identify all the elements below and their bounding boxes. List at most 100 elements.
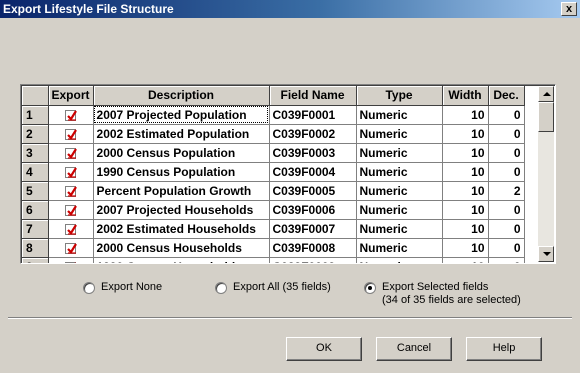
dec-cell[interactable]: 0 (488, 143, 525, 163)
column-header-description[interactable]: Description (93, 86, 270, 106)
export-checkbox-cell[interactable] (48, 162, 94, 182)
description-cell[interactable]: 1990 Census Households (93, 257, 270, 263)
check-icon[interactable] (65, 166, 77, 178)
table-row[interactable]: 9 1990 Census HouseholdsC039F0009Numeric1… (22, 257, 525, 263)
table-row[interactable]: 3 2000 Census Population C039F0003 Numeric 1… (22, 143, 525, 163)
dec-cell[interactable]: 0 (488, 162, 525, 182)
row-number[interactable]: 5 (22, 181, 49, 201)
row-number[interactable]: 3 (22, 143, 49, 163)
type-cell[interactable]: Numeric (356, 200, 443, 220)
field-name-cell[interactable]: C039F0005 (269, 181, 357, 201)
type-cell[interactable]: Numeric (356, 124, 443, 144)
description-cell[interactable]: 2000 Census Population (93, 143, 270, 163)
description-cell[interactable]: 1990 Census Population (93, 162, 270, 182)
export-checkbox-cell[interactable] (48, 200, 94, 220)
check-icon[interactable] (65, 185, 77, 197)
table-row[interactable]: 8 2000 Census Households C039F0008 Numeric 1… (22, 238, 525, 258)
vertical-scrollbar[interactable] (538, 86, 554, 262)
type-cell[interactable]: Numeric (356, 105, 443, 125)
field-name-cell[interactable]: C039F0009 (269, 257, 357, 263)
check-icon[interactable] (65, 109, 77, 121)
row-number[interactable]: 4 (22, 162, 49, 182)
scroll-up-button[interactable] (538, 86, 554, 102)
export-checkbox-cell[interactable] (48, 143, 94, 163)
dec-cell[interactable]: 0 (488, 200, 525, 220)
width-cell[interactable]: 10 (442, 257, 489, 263)
width-cell[interactable]: 10 (442, 162, 489, 182)
type-cell[interactable]: Numeric (356, 238, 443, 258)
table-row[interactable]: 6 2007 Projected Households C039F0006 Numer… (22, 200, 525, 220)
width-cell[interactable]: 10 (442, 181, 489, 201)
description-cell[interactable]: 2007 Projected Households (93, 200, 270, 220)
column-header-dec[interactable]: Dec. (488, 86, 525, 106)
export-checkbox-cell[interactable] (48, 257, 94, 263)
dec-cell[interactable]: 0 (488, 238, 525, 258)
table-row[interactable]: 1 2007 Projected Population C039F0001 Numer… (22, 105, 525, 125)
export-checkbox-cell[interactable] (48, 105, 94, 125)
dec-cell[interactable]: 0 (488, 219, 525, 239)
column-header-corner[interactable] (22, 86, 49, 106)
description-cell[interactable]: Percent Population Growth (93, 181, 270, 201)
type-cell[interactable]: Numeric (356, 219, 443, 239)
row-number[interactable]: 9 (22, 257, 49, 263)
export-none-radio[interactable]: Export None (83, 281, 162, 294)
export-checkbox-cell[interactable] (48, 181, 94, 201)
dec-cell[interactable]: 0 (488, 124, 525, 144)
ok-button[interactable]: OK (286, 337, 362, 361)
help-button[interactable]: Help (466, 337, 542, 361)
width-cell[interactable]: 10 (442, 105, 489, 125)
description-cell[interactable]: 2000 Census Households (93, 238, 270, 258)
dec-cell[interactable]: 0 (488, 105, 525, 125)
field-name-cell[interactable]: C039F0001 (269, 105, 357, 125)
width-cell[interactable]: 10 (442, 200, 489, 220)
row-number[interactable]: 1 (22, 105, 49, 125)
check-icon[interactable] (65, 261, 77, 263)
column-header-field-name[interactable]: Field Name (269, 86, 357, 106)
export-checkbox-cell[interactable] (48, 219, 94, 239)
type-cell[interactable]: Numeric (356, 162, 443, 182)
type-cell[interactable]: Numeric (356, 181, 443, 201)
row-number[interactable]: 6 (22, 200, 49, 220)
description-cell[interactable]: 2002 Estimated Population (93, 124, 270, 144)
check-icon[interactable] (65, 242, 77, 254)
width-cell[interactable]: 10 (442, 143, 489, 163)
type-cell[interactable]: Numeric (356, 257, 443, 263)
check-icon[interactable] (65, 223, 77, 235)
dec-cell[interactable]: 2 (488, 181, 525, 201)
field-name-cell[interactable]: C039F0003 (269, 143, 357, 163)
table-row[interactable]: 7 2002 Estimated Households C039F0007 Numer… (22, 219, 525, 239)
field-grid[interactable]: Export Description Field Name Type Width Dec.… (20, 84, 556, 264)
check-icon[interactable] (65, 128, 77, 140)
export-checkbox-cell[interactable] (48, 238, 94, 258)
dec-cell[interactable]: 0 (488, 257, 525, 263)
column-header-type[interactable]: Type (356, 86, 443, 106)
row-number[interactable]: 7 (22, 219, 49, 239)
table-row[interactable]: 5 Percent Population Growth C039F0005 Numer… (22, 181, 525, 201)
field-name-cell[interactable]: C039F0004 (269, 162, 357, 182)
row-number[interactable]: 8 (22, 238, 49, 258)
export-checkbox-cell[interactable] (48, 124, 94, 144)
field-name-cell[interactable]: C039F0008 (269, 238, 357, 258)
description-cell[interactable]: 2007 Projected Population (93, 105, 270, 125)
column-header-width[interactable]: Width (442, 86, 489, 106)
type-cell[interactable]: Numeric (356, 143, 443, 163)
cancel-button[interactable]: Cancel (376, 337, 452, 361)
export-selected-radio[interactable]: Export Selected fields (34 of 35 fields … (364, 281, 521, 307)
table-row[interactable]: 4 1990 Census Population C039F0004 Numeric 1… (22, 162, 525, 182)
width-cell[interactable]: 10 (442, 219, 489, 239)
export-all-radio[interactable]: Export All (35 fields) (215, 281, 331, 294)
field-name-cell[interactable]: C039F0007 (269, 219, 357, 239)
description-cell[interactable]: 2002 Estimated Households (93, 219, 270, 239)
row-number[interactable]: 2 (22, 124, 49, 144)
field-name-cell[interactable]: C039F0002 (269, 124, 357, 144)
check-icon[interactable] (65, 204, 77, 216)
column-header-export[interactable]: Export (48, 86, 94, 106)
scroll-thumb[interactable] (538, 102, 554, 132)
field-name-cell[interactable]: C039F0006 (269, 200, 357, 220)
table-row[interactable]: 2 2002 Estimated Population C039F0002 Numer… (22, 124, 525, 144)
scroll-down-button[interactable] (538, 246, 554, 262)
close-button[interactable]: x (561, 2, 577, 16)
width-cell[interactable]: 10 (442, 124, 489, 144)
check-icon[interactable] (65, 147, 77, 159)
width-cell[interactable]: 10 (442, 238, 489, 258)
